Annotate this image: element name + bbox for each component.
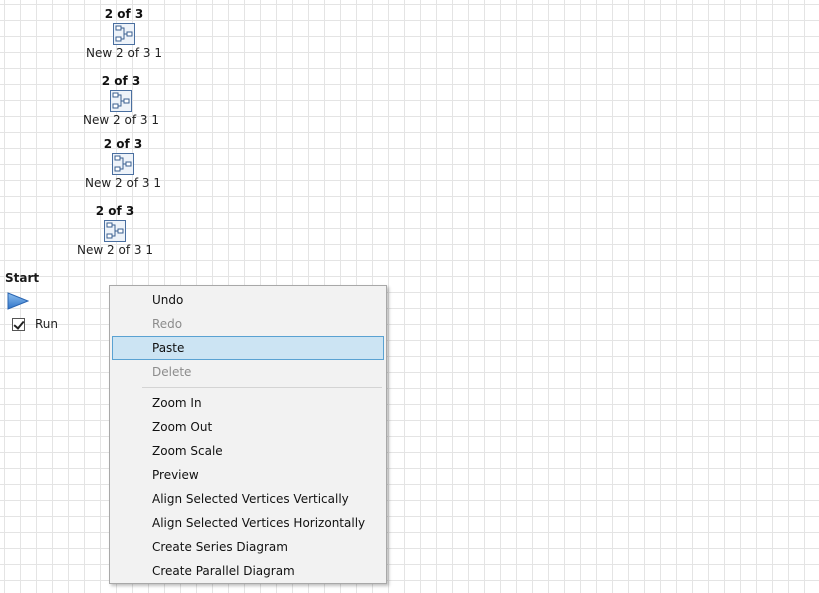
run-checkbox-box[interactable]: [12, 317, 25, 331]
start-node[interactable]: Start: [5, 271, 39, 310]
vertex-node[interactable]: 2 of 3 New 2 of 3 1: [61, 74, 181, 128]
vertex-title: 2 of 3: [104, 7, 144, 21]
menu-item-align-vertically[interactable]: Align Selected Vertices Vertically: [112, 487, 384, 511]
context-menu: Undo Redo Paste Delete Zoom In Zoom Out …: [109, 285, 387, 584]
menu-item-zoom-scale[interactable]: Zoom Scale: [112, 439, 384, 463]
run-checkbox[interactable]: Run: [12, 317, 58, 331]
menu-item-delete[interactable]: Delete: [112, 360, 384, 384]
vertex-title: 2 of 3: [101, 74, 141, 88]
menu-separator: [142, 387, 382, 388]
vertex-node[interactable]: 2 of 3 New 2 of 3 1: [64, 7, 184, 61]
diagram-canvas[interactable]: 2 of 3 New 2 of 3 1 2 of 3 New 2 of 3 1 …: [0, 0, 819, 593]
diagram-node-icon: [112, 153, 134, 175]
menu-item-align-horizontally[interactable]: Align Selected Vertices Horizontally: [112, 511, 384, 535]
vertex-title: 2 of 3: [95, 204, 135, 218]
vertex-node[interactable]: 2 of 3 New 2 of 3 1: [63, 137, 183, 191]
vertex-label: New 2 of 3 1: [83, 113, 159, 127]
diagram-node-icon: [110, 90, 132, 112]
start-title: Start: [5, 271, 40, 285]
vertex-label: New 2 of 3 1: [77, 243, 153, 257]
menu-item-paste[interactable]: Paste: [112, 336, 384, 360]
vertex-node[interactable]: 2 of 3 New 2 of 3 1: [55, 204, 175, 258]
diagram-node-icon: [104, 220, 126, 242]
menu-item-undo[interactable]: Undo: [112, 288, 384, 312]
vertex-label: New 2 of 3 1: [86, 46, 162, 60]
menu-item-redo[interactable]: Redo: [112, 312, 384, 336]
diagram-node-icon: [113, 23, 135, 45]
play-icon[interactable]: [7, 292, 29, 310]
menu-item-preview[interactable]: Preview: [112, 463, 384, 487]
run-label: Run: [35, 317, 59, 331]
vertex-label: New 2 of 3 1: [85, 176, 161, 190]
menu-item-zoom-out[interactable]: Zoom Out: [112, 415, 384, 439]
menu-item-create-series-diagram[interactable]: Create Series Diagram: [112, 535, 384, 559]
menu-item-zoom-in[interactable]: Zoom In: [112, 391, 384, 415]
vertex-title: 2 of 3: [103, 137, 143, 151]
menu-item-create-parallel-diagram[interactable]: Create Parallel Diagram: [112, 559, 384, 583]
